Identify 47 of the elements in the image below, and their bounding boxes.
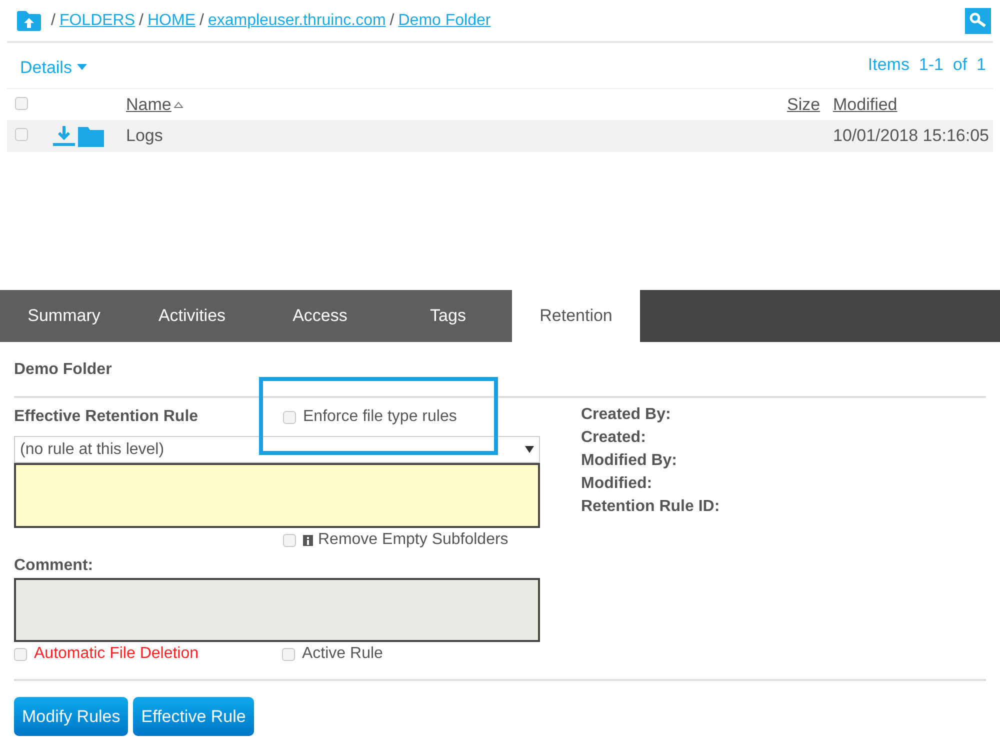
info-label: Modified: <box>581 474 654 494</box>
checkbox[interactable] <box>15 96 28 110</box>
path-separator: / <box>390 10 394 30</box>
sort-icon <box>174 102 184 108</box>
checkbox-label: Active Rule <box>302 644 383 664</box>
checkbox-label: Automatic File Deletion <box>34 644 200 664</box>
column-header[interactable]: Name <box>126 92 184 118</box>
info-icon <box>303 534 313 546</box>
pagination-info: Items 1-1 of 1 <box>868 54 986 76</box>
download-icon[interactable] <box>53 125 75 147</box>
file-name: Logs <box>126 125 164 148</box>
panel-title: Demo Folder <box>14 360 113 380</box>
modified-date: 10/01/2018 15:16:05 <box>833 125 990 148</box>
comment-label: Comment: <box>14 556 94 576</box>
tab[interactable]: Retention <box>512 290 640 342</box>
checkbox[interactable] <box>15 128 28 142</box>
tab[interactable]: Access <box>256 290 384 342</box>
action-button[interactable]: Effective Rule <box>133 697 254 736</box>
search-button[interactable] <box>965 8 991 34</box>
action-button[interactable]: Modify Rules <box>14 697 128 736</box>
search-icon <box>969 12 987 30</box>
column-header[interactable]: Modified <box>833 92 898 118</box>
checkbox[interactable] <box>283 534 296 546</box>
file-row[interactable]: Logs 10/01/2018 15:16:05 <box>7 120 993 152</box>
path-separator: / <box>199 10 204 30</box>
rule-label: Effective Retention Rule <box>14 407 200 427</box>
info-label: Created: <box>581 428 647 448</box>
folder-up-icon[interactable] <box>16 10 42 32</box>
folder-icon <box>78 126 104 146</box>
info-label: Modified By: <box>581 451 678 471</box>
tab[interactable]: Summary <box>0 290 128 342</box>
info-label: Created By: <box>581 405 672 425</box>
tab[interactable]: Activities <box>128 290 256 342</box>
checkbox[interactable] <box>14 648 27 660</box>
comment-field[interactable] <box>14 578 540 642</box>
checkbox-label: Enforce file type rules <box>303 407 457 427</box>
column-header[interactable]: Size <box>787 92 820 118</box>
checkbox-label: Remove Empty Subfolders <box>318 530 508 550</box>
caret-icon <box>76 64 87 70</box>
tab[interactable]: Tags <box>384 290 512 342</box>
path-separator: / <box>51 10 56 30</box>
caret-icon <box>525 446 534 453</box>
path-separator: / <box>139 10 144 30</box>
checkbox[interactable] <box>282 648 295 660</box>
checkbox[interactable] <box>283 410 296 424</box>
info-label: Retention Rule ID: <box>581 497 720 517</box>
rule-select[interactable]: (no rule at this level) <box>14 436 540 463</box>
